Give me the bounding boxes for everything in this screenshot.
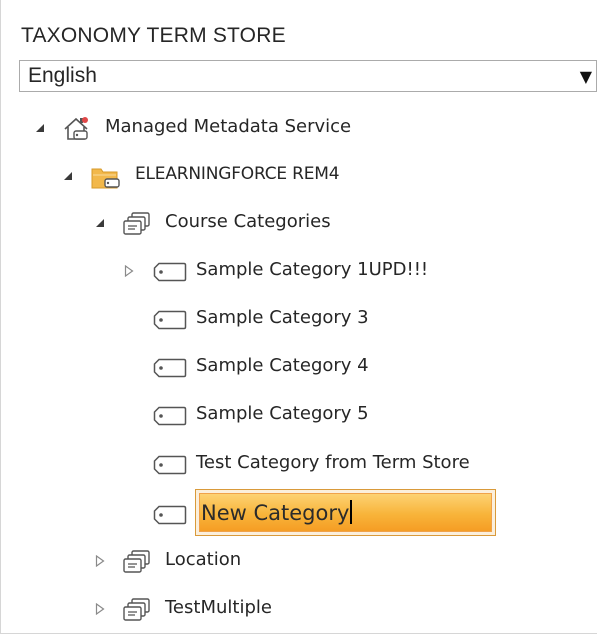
metadata-service-icon [63,116,91,146]
language-select-value: English [28,64,97,87]
term-group-folder-icon [91,164,121,194]
new-term-input-field[interactable]: New Category [199,493,492,532]
tree-node-term[interactable]: Sample Category 3 [1,301,421,337]
collapse-icon[interactable] [61,158,75,194]
language-select[interactable]: English ▼ [19,60,597,92]
tree-node-term[interactable]: Sample Category 5 [1,397,421,433]
tree-node-label: Course Categories [165,211,331,232]
text-caret [350,500,353,524]
tree-node-label: Location [165,549,242,570]
collapse-icon[interactable] [33,110,47,146]
tree-node-new-term [1,496,187,532]
term-tag-icon [153,262,187,286]
tree-node-service[interactable]: Managed Metadata Service [1,110,401,146]
term-set-icon [123,211,153,241]
tree-node-term[interactable]: Test Category from Term Store [1,446,521,482]
term-tag-icon [153,358,187,382]
term-set-icon [123,549,153,579]
tree-node-term-set-location[interactable]: Location [1,543,321,579]
term-tag-icon [153,505,187,529]
expand-icon[interactable] [93,543,107,579]
tree-node-term[interactable]: Sample Category 1UPD!!! [1,253,461,289]
term-set-icon [123,597,153,627]
tree-node-label: Sample Category 5 [196,403,369,424]
new-term-input-text: New Category [201,501,350,525]
term-tag-icon [153,310,187,334]
tree-node-term-group[interactable]: ELEARNINGFORCE REM4 [1,158,421,194]
tree-node-label: Sample Category 3 [196,307,369,328]
collapse-icon[interactable] [93,205,107,241]
tree-node-label: Test Category from Term Store [196,452,470,473]
expand-icon[interactable] [93,591,107,627]
term-tag-icon [153,455,187,479]
expand-icon[interactable] [122,253,136,289]
tree-node-label: Managed Metadata Service [105,116,352,137]
tree-node-label: Sample Category 4 [196,355,369,376]
term-tag-icon [153,406,187,430]
term-store-panel: TAXONOMY TERM STORE English ▼ Managed Me… [0,0,597,634]
new-term-name-input[interactable]: New Category [195,489,496,536]
tree-node-term-set-testmultiple[interactable]: TestMultiple [1,591,321,627]
tree-node-term[interactable]: Sample Category 4 [1,349,421,385]
tree-node-label: Sample Category 1UPD!!! [196,259,429,280]
panel-title: TAXONOMY TERM STORE [21,24,286,47]
dropdown-arrow-icon[interactable]: ▼ [580,67,592,86]
tree-node-label: TestMultiple [165,597,272,618]
tree-node-term-set-course-categories[interactable]: Course Categories [1,205,401,241]
tree-node-label: ELEARNINGFORCE REM4 [135,164,340,184]
